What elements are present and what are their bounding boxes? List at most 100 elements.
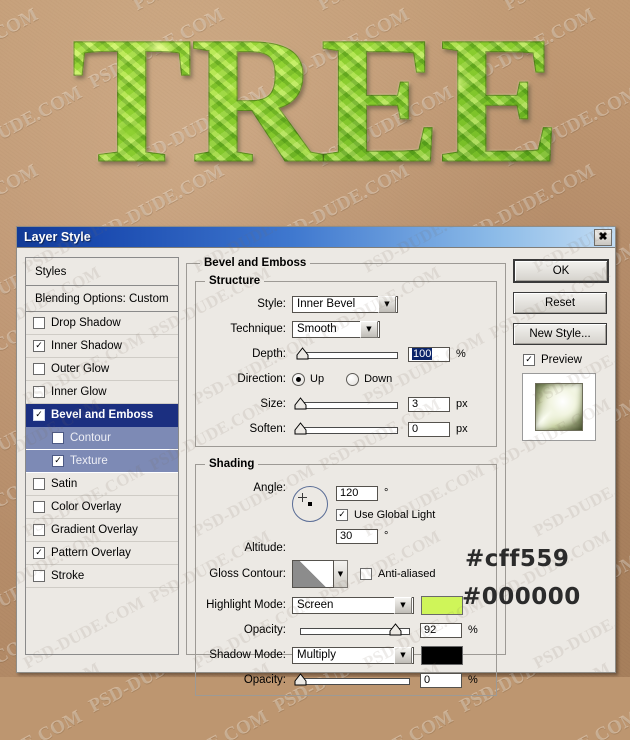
style-item-pattern-overlay[interactable]: ✓ Pattern Overlay	[26, 542, 178, 565]
style-row: Style: Inner Bevel ▼	[200, 295, 490, 313]
altitude-input[interactable]: 30	[336, 528, 378, 544]
chevron-down-icon[interactable]: ▼	[394, 596, 412, 614]
shadow-mode-row: Shadow Mode: Multiply ▼	[200, 645, 490, 665]
style-item-satin[interactable]: Satin	[26, 473, 178, 496]
bevel-emboss-legend: Bevel and Emboss	[204, 257, 307, 269]
highlight-mode-select[interactable]: Screen ▼	[292, 596, 414, 614]
depth-slider-thumb[interactable]	[296, 347, 309, 360]
style-select-value: Inner Bevel	[297, 298, 356, 310]
style-item-checkbox[interactable]: ✓	[33, 547, 45, 559]
gloss-contour-preview[interactable]	[292, 560, 334, 588]
use-global-light-label: Use Global Light	[354, 509, 436, 521]
highlight-color-swatch[interactable]	[421, 595, 463, 615]
structure-fieldset: Structure Style: Inner Bevel ▼ Technique…	[195, 275, 497, 447]
style-item-checkbox[interactable]: ✓	[33, 409, 45, 421]
new-style-button[interactable]: New Style...	[513, 323, 607, 345]
use-global-light-row[interactable]: ✓ Use Global Light	[336, 504, 490, 526]
technique-label: Technique:	[230, 323, 286, 335]
style-item-outer-glow[interactable]: Outer Glow	[26, 358, 178, 381]
anti-aliased-checkbox[interactable]	[360, 568, 372, 580]
style-item-label: Bevel and Emboss	[51, 409, 154, 421]
style-item-drop-shadow[interactable]: Drop Shadow	[26, 312, 178, 335]
style-item-checkbox[interactable]	[33, 524, 45, 536]
depth-slider-track	[300, 352, 398, 359]
chevron-down-icon[interactable]: ▼	[378, 295, 396, 313]
style-item-inner-shadow[interactable]: ✓ Inner Shadow	[26, 335, 178, 358]
style-item-label: Texture	[70, 455, 108, 467]
gloss-contour-label: Gloss Contour:	[209, 568, 286, 580]
dialog-titlebar[interactable]: Layer Style ✖	[17, 227, 615, 248]
highlight-opacity-slider[interactable]	[292, 623, 412, 637]
shadow-color-swatch[interactable]	[421, 645, 463, 665]
shadow-opacity-unit: %	[468, 674, 478, 686]
soften-slider-thumb[interactable]	[294, 422, 307, 435]
style-item-inner-glow[interactable]: Inner Glow	[26, 381, 178, 404]
style-item-checkbox[interactable]: ✓	[33, 340, 45, 352]
style-item-label: Satin	[51, 478, 78, 490]
style-item-bevel-and-emboss[interactable]: ✓ Bevel and Emboss	[26, 404, 178, 427]
shadow-opacity-track	[300, 678, 410, 685]
anti-aliased-label: Anti-aliased	[378, 568, 436, 580]
size-slider-track	[300, 402, 398, 409]
shadow-opacity-input[interactable]: 0	[420, 672, 462, 688]
size-slider[interactable]	[292, 397, 400, 411]
shadow-opacity-value: 0	[424, 674, 431, 686]
style-item-checkbox[interactable]	[33, 386, 45, 398]
shadow-mode-select[interactable]: Multiply ▼	[292, 646, 414, 664]
shading-legend: Shading	[209, 458, 255, 470]
direction-up-radio[interactable]	[292, 372, 305, 386]
shadow-opacity-slider[interactable]	[292, 673, 412, 687]
shadow-opacity-label: Opacity:	[243, 674, 286, 686]
angle-input[interactable]: 120	[336, 485, 378, 501]
technique-select[interactable]: Smooth ▼	[292, 320, 380, 338]
style-item-label: Color Overlay	[51, 501, 122, 513]
depth-input[interactable]: 100	[408, 346, 450, 362]
styles-list[interactable]: Styles Blending Options: Custom Drop Sha…	[25, 257, 179, 655]
reset-button[interactable]: Reset	[513, 292, 607, 314]
style-item-checkbox[interactable]	[33, 317, 45, 329]
style-item-gradient-overlay[interactable]: Gradient Overlay	[26, 519, 178, 542]
angle-dial[interactable]	[292, 486, 328, 522]
style-item-checkbox[interactable]	[33, 363, 45, 375]
direction-down-radio[interactable]	[346, 372, 360, 386]
size-slider-thumb[interactable]	[294, 397, 307, 410]
preview-label: Preview	[541, 354, 582, 366]
blending-options-label: Blending Options: Custom	[35, 292, 169, 305]
altitude-value: 30	[340, 530, 353, 542]
use-global-light-checkbox[interactable]: ✓	[336, 509, 348, 521]
angle-label: Angle:	[253, 482, 286, 494]
styles-list-header[interactable]: Styles	[26, 258, 178, 286]
style-label: Style:	[257, 298, 286, 310]
angle-row: 120 °	[336, 482, 490, 504]
chevron-down-icon[interactable]: ▼	[334, 560, 348, 588]
technique-select-value: Smooth	[297, 323, 337, 335]
direction-up-label: Up	[310, 373, 325, 385]
style-item-checkbox[interactable]: ✓	[52, 455, 64, 467]
style-item-checkbox[interactable]	[33, 570, 45, 582]
style-item-stroke[interactable]: Stroke	[26, 565, 178, 588]
tree-text-artwork: TREE	[0, 5, 630, 206]
style-item-checkbox[interactable]	[33, 478, 45, 490]
style-item-checkbox[interactable]	[33, 501, 45, 513]
ok-button[interactable]: OK	[513, 259, 609, 283]
size-input[interactable]: 3	[408, 396, 450, 412]
chevron-down-icon[interactable]: ▼	[394, 646, 412, 664]
soften-slider[interactable]	[292, 422, 400, 436]
style-item-label: Stroke	[51, 570, 85, 582]
style-select[interactable]: Inner Bevel ▼	[292, 295, 398, 313]
chevron-down-icon[interactable]: ▼	[360, 320, 378, 338]
highlight-opacity-thumb[interactable]	[389, 623, 402, 636]
soften-input[interactable]: 0	[408, 421, 450, 437]
style-item-checkbox[interactable]	[52, 432, 64, 444]
blending-options-row[interactable]: Blending Options: Custom	[26, 286, 178, 312]
style-item-label: Contour	[70, 432, 111, 444]
style-item-contour[interactable]: Contour	[26, 427, 178, 450]
highlight-opacity-input[interactable]: 92	[420, 622, 462, 638]
close-icon[interactable]: ✖	[594, 229, 612, 246]
style-item-texture[interactable]: ✓ Texture	[26, 450, 178, 473]
depth-slider[interactable]	[292, 347, 400, 361]
preview-checkbox[interactable]: ✓	[523, 354, 535, 366]
shadow-opacity-thumb[interactable]	[294, 673, 307, 686]
preview-row[interactable]: ✓ Preview	[523, 354, 609, 366]
style-item-color-overlay[interactable]: Color Overlay	[26, 496, 178, 519]
